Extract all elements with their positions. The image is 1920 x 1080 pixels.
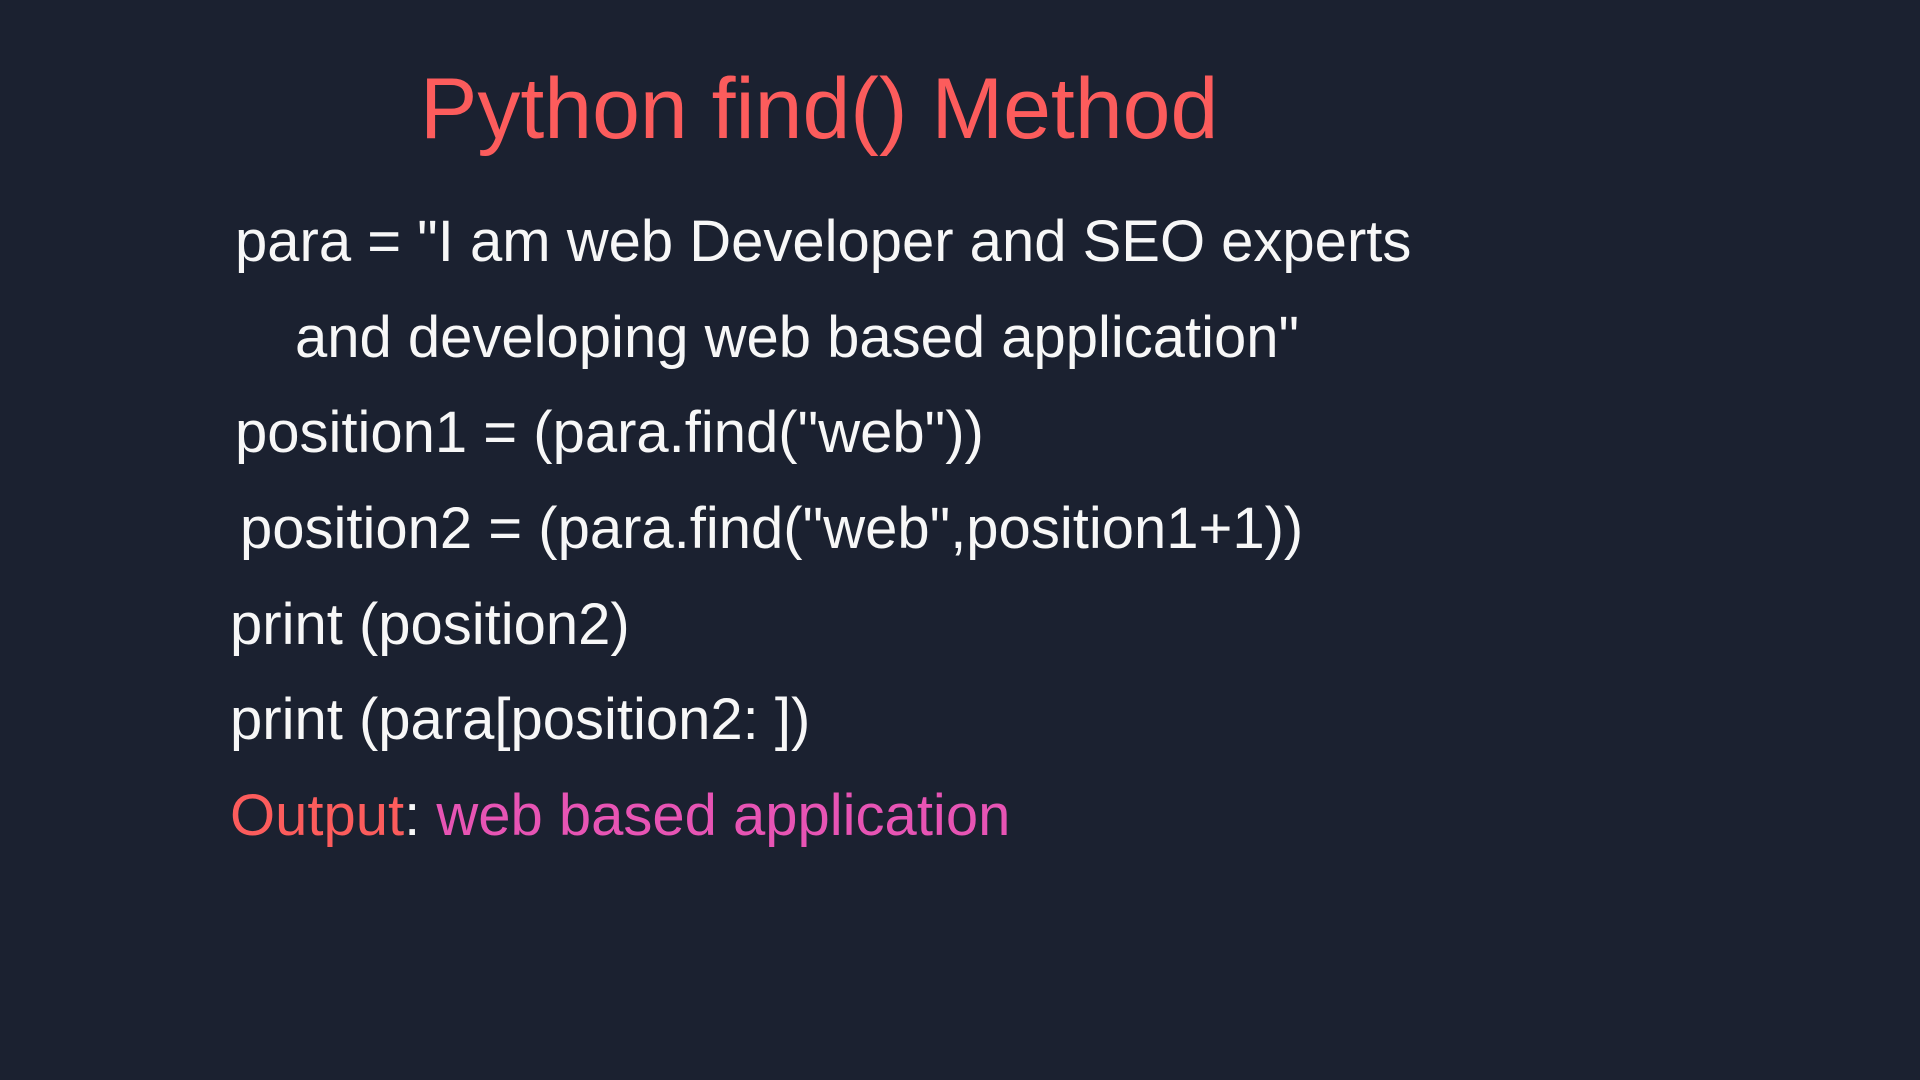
code-line-4: position2 = (para.find("web",position1+1… bbox=[240, 481, 1920, 577]
slide-container: Python find() Method para = "I am web De… bbox=[0, 0, 1920, 1080]
code-line-2: and developing web based application" bbox=[295, 290, 1920, 386]
code-line-3: position1 = (para.find("web")) bbox=[235, 385, 1920, 481]
slide-title: Python find() Method bbox=[420, 60, 1920, 159]
code-line-5: print (position2) bbox=[230, 577, 1920, 673]
output-line: Output: web based application bbox=[230, 768, 1920, 864]
output-value: web based application bbox=[436, 783, 1010, 848]
output-label: Output bbox=[230, 783, 404, 848]
code-line-1: para = "I am web Developer and SEO exper… bbox=[235, 194, 1920, 290]
code-line-6: print (para[position2: ]) bbox=[230, 672, 1920, 768]
output-colon: : bbox=[404, 783, 436, 848]
